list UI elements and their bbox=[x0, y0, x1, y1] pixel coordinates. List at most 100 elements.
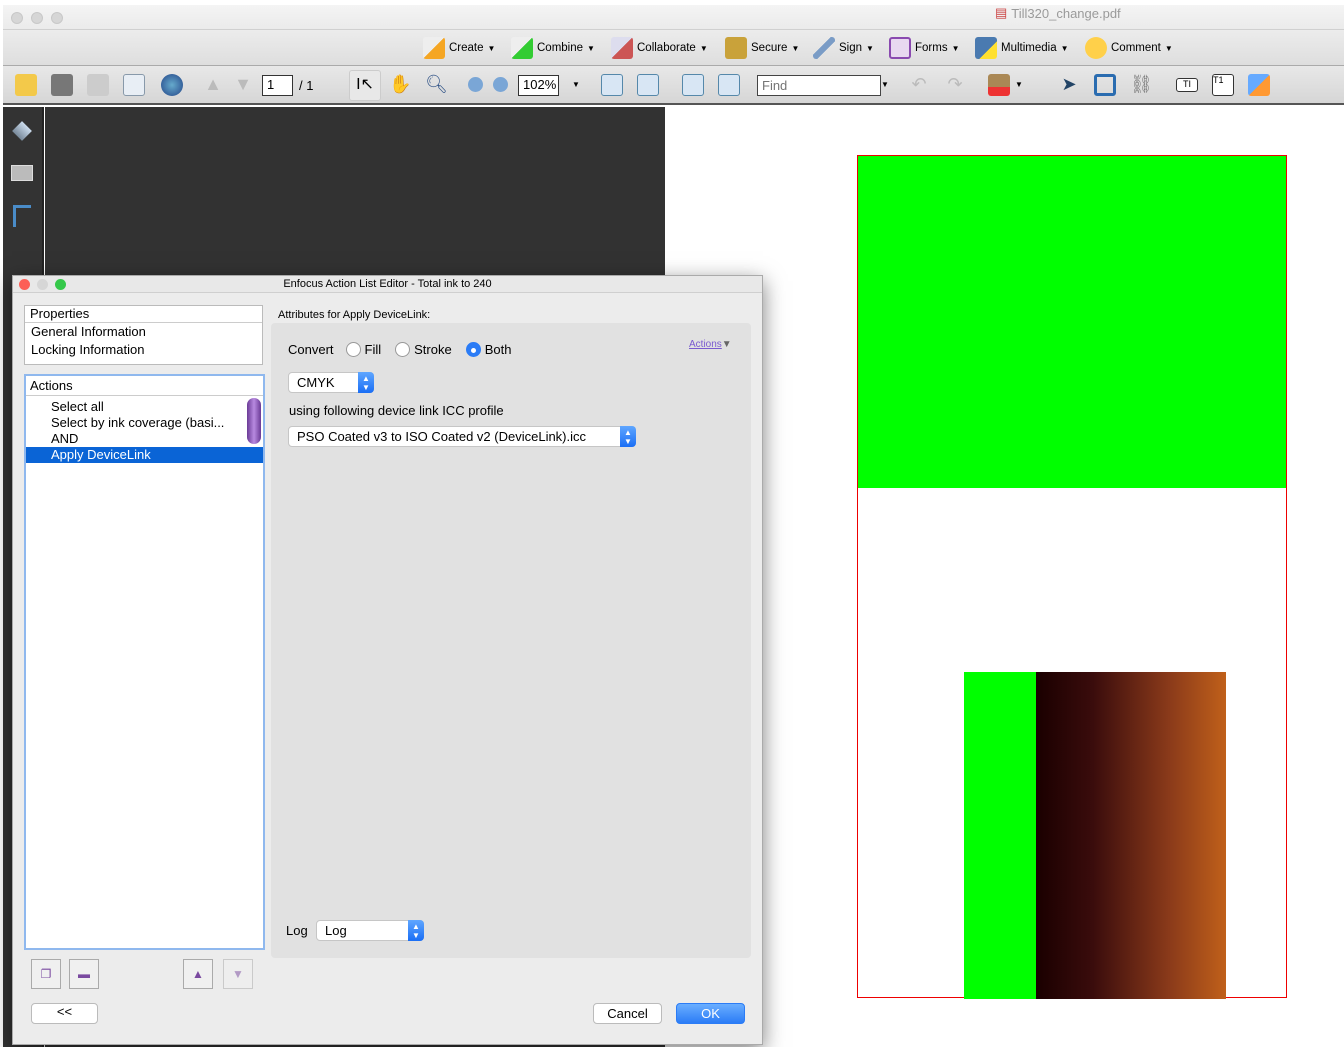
open-folder-icon[interactable] bbox=[15, 74, 37, 96]
edit-object-icon[interactable] bbox=[1248, 74, 1270, 96]
two-page-icon[interactable] bbox=[718, 74, 740, 96]
chevron-down-icon: ▼ bbox=[699, 43, 708, 53]
stamp-icon[interactable] bbox=[988, 74, 1010, 96]
minimize-dialog-button[interactable] bbox=[37, 279, 48, 290]
collaborate-button[interactable]: Collaborate ▼ bbox=[611, 34, 708, 62]
chevron-down-icon: ▼ bbox=[587, 43, 595, 53]
action-item-selected[interactable]: Apply DeviceLink bbox=[26, 447, 263, 463]
upload-globe-icon[interactable] bbox=[161, 74, 183, 96]
actions-menu-link[interactable]: Actions ▼ bbox=[689, 339, 732, 350]
zoom-window-button[interactable] bbox=[51, 12, 63, 24]
chevron-down-icon: ▼ bbox=[951, 43, 960, 53]
chevron-down-icon: ▼ bbox=[791, 43, 800, 53]
fit-page-icon[interactable] bbox=[637, 74, 659, 96]
zoom-dialog-button[interactable] bbox=[55, 279, 66, 290]
remove-action-button[interactable]: ▬ bbox=[69, 959, 99, 989]
layers-icon[interactable] bbox=[12, 121, 32, 141]
minus-icon: ▬ bbox=[78, 967, 90, 981]
previous-page-icon[interactable]: ▲ bbox=[202, 74, 224, 96]
updown-chevron-icon: ▲ ▼ bbox=[620, 426, 636, 447]
gradient-rectangle bbox=[1036, 672, 1226, 999]
undo-icon[interactable]: ↶ bbox=[908, 74, 930, 96]
next-page-icon[interactable]: ▼ bbox=[232, 74, 254, 96]
page-total: / 1 bbox=[299, 78, 314, 93]
fit-width-icon[interactable] bbox=[601, 74, 623, 96]
crop-tool-icon[interactable] bbox=[1094, 74, 1116, 96]
hand-tool-icon[interactable]: ✋ bbox=[389, 74, 411, 96]
create-button[interactable]: Create ▼ bbox=[423, 34, 495, 62]
stamp-dropdown-icon[interactable]: ▼ bbox=[1015, 80, 1023, 89]
locking-information-item[interactable]: Locking Information bbox=[25, 342, 262, 358]
redo-icon[interactable]: ↷ bbox=[944, 74, 966, 96]
zoom-in-icon[interactable] bbox=[493, 77, 508, 92]
zoom-out-icon[interactable] bbox=[468, 77, 483, 92]
move-down-button[interactable]: ▼ bbox=[223, 959, 253, 989]
forms-button[interactable]: Forms ▼ bbox=[889, 34, 960, 62]
combine-button[interactable]: Combine ▼ bbox=[511, 34, 595, 62]
colorspace-select[interactable]: CMYK ▲ ▼ bbox=[288, 372, 374, 393]
page-number-input[interactable]: 1 bbox=[262, 75, 293, 96]
signatures-icon[interactable] bbox=[11, 165, 33, 181]
scrollbar-thumb[interactable] bbox=[247, 398, 261, 444]
zoom-dropdown-icon[interactable]: ▼ bbox=[572, 80, 580, 89]
fill-radio[interactable] bbox=[345, 342, 361, 357]
save-icon[interactable] bbox=[87, 74, 109, 96]
close-window-button[interactable] bbox=[11, 12, 23, 24]
log-select[interactable]: Log ▲ ▼ bbox=[316, 920, 424, 941]
collapse-button[interactable]: << bbox=[31, 1003, 98, 1024]
arrow-up-icon: ▲ bbox=[192, 967, 204, 981]
minimize-window-button[interactable] bbox=[31, 12, 43, 24]
zoom-level-input[interactable]: 102% bbox=[518, 75, 559, 96]
pointer-tool-icon[interactable]: ➤ bbox=[1058, 74, 1080, 96]
profile-value: PSO Coated v3 to ISO Coated v2 (DeviceLi… bbox=[297, 429, 587, 444]
find-input[interactable] bbox=[757, 75, 881, 96]
both-radio[interactable] bbox=[465, 342, 481, 357]
cancel-button[interactable]: Cancel bbox=[593, 1003, 662, 1024]
chevron-down-icon: ▼ bbox=[1164, 43, 1173, 53]
collaborate-label: Collaborate bbox=[637, 42, 696, 54]
page-number-tool-icon[interactable]: T1 bbox=[1212, 74, 1234, 96]
action-item[interactable]: Select all bbox=[26, 399, 263, 415]
ok-button[interactable]: OK bbox=[676, 1003, 745, 1024]
log-value: Log bbox=[325, 923, 347, 938]
pdf-icon: ▤ bbox=[995, 5, 1008, 20]
move-up-button[interactable]: ▲ bbox=[183, 959, 213, 989]
action-item[interactable]: Select by ink coverage (basi... bbox=[26, 415, 263, 431]
single-page-icon[interactable] bbox=[682, 74, 704, 96]
multimedia-button[interactable]: Multimedia ▼ bbox=[975, 34, 1069, 62]
fill-label: Fill bbox=[364, 342, 382, 357]
comment-icon bbox=[1085, 37, 1107, 59]
actions-list: Actions Select all Select by ink coverag… bbox=[24, 374, 265, 950]
general-information-item[interactable]: General Information bbox=[25, 324, 262, 340]
main-toolbar: ▲ ▼ 1 / 1 I↖ ✋ 🔍︎ 102% ▼ ▼ ↶ ↷ ▼ ➤ ⛓ TI … bbox=[3, 66, 1344, 105]
multimedia-label: Multimedia bbox=[1001, 42, 1057, 54]
triangle-down-icon: ▼ bbox=[721, 339, 732, 350]
print-icon[interactable] bbox=[51, 74, 73, 96]
email-icon[interactable] bbox=[123, 74, 145, 96]
text-field-icon[interactable]: TI bbox=[1176, 78, 1198, 92]
duplicate-action-button[interactable]: ❐ bbox=[31, 959, 61, 989]
create-label: Create bbox=[449, 42, 484, 54]
comment-button[interactable]: Comment ▼ bbox=[1085, 34, 1173, 62]
comment-label: Comment bbox=[1111, 42, 1161, 54]
forms-icon bbox=[889, 37, 911, 59]
zoom-tool-icon[interactable]: 🔍︎ bbox=[425, 74, 448, 96]
find-dropdown-icon[interactable]: ▼ bbox=[881, 80, 889, 89]
properties-header: Properties bbox=[25, 306, 262, 323]
bookmarks-tree-icon[interactable] bbox=[13, 205, 31, 227]
combine-label: Combine bbox=[537, 42, 584, 54]
sign-label: Sign bbox=[839, 42, 863, 54]
combine-icon bbox=[511, 37, 533, 59]
secure-button[interactable]: Secure ▼ bbox=[725, 34, 799, 62]
close-dialog-button[interactable] bbox=[19, 279, 30, 290]
select-tool-icon[interactable]: I↖ bbox=[349, 70, 381, 101]
document-title: ▤ Till320_change.pdf bbox=[995, 5, 1121, 21]
dialog-titlebar: Enfocus Action List Editor - Total ink t… bbox=[13, 276, 762, 293]
stroke-radio[interactable] bbox=[395, 342, 411, 357]
profile-select[interactable]: PSO Coated v3 to ISO Coated v2 (DeviceLi… bbox=[288, 426, 636, 447]
green-rectangle bbox=[858, 156, 1286, 488]
sign-button[interactable]: Sign ▼ bbox=[813, 34, 874, 62]
action-item[interactable]: AND bbox=[26, 431, 263, 447]
link-tool-icon[interactable]: ⛓ bbox=[1130, 74, 1153, 96]
pen-icon bbox=[813, 37, 835, 59]
